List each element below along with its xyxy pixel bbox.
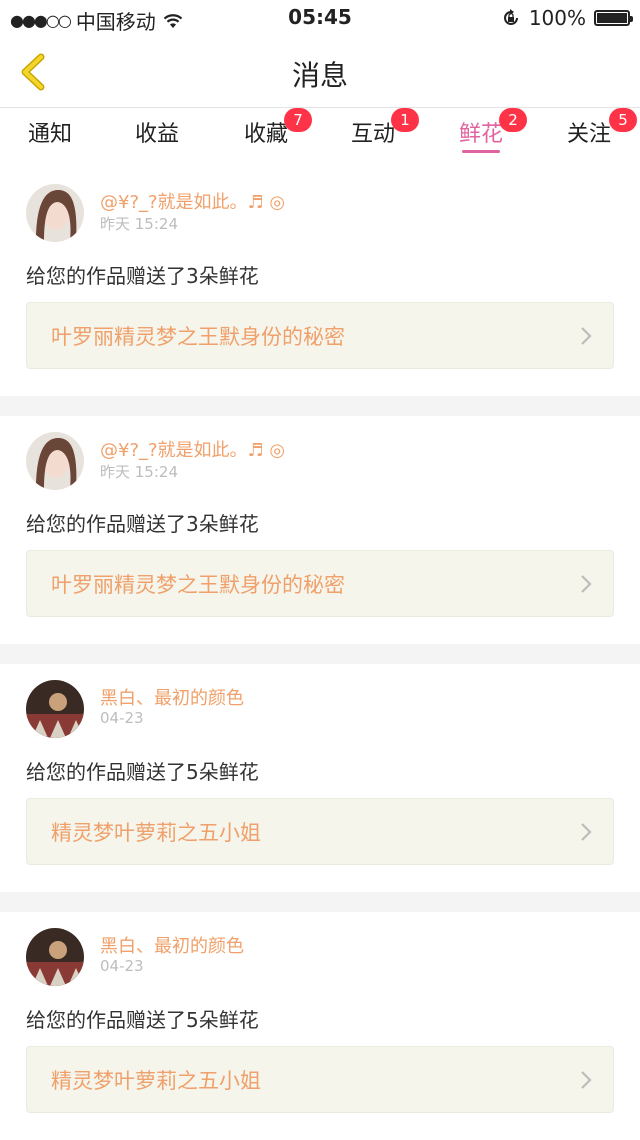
avatar[interactable] (26, 432, 84, 490)
active-tab-indicator (462, 150, 500, 153)
tab-label: 关注 (566, 122, 611, 147)
tab-flowers[interactable]: 鲜花 2 (441, 108, 527, 153)
tab-label: 收藏 (243, 122, 288, 147)
work-title: 叶罗丽精灵梦之王默身份的秘密 (51, 573, 345, 597)
nav-bar: 消息 (0, 36, 640, 108)
unread-badge: 5 (609, 108, 637, 132)
tab-label: 通知 (27, 122, 72, 147)
chevron-right-icon (581, 327, 592, 345)
tab-label: 收益 (134, 122, 179, 147)
unread-badge: 7 (284, 108, 312, 132)
chevron-right-icon (581, 575, 592, 593)
message-time: 昨天 15:24 (100, 463, 178, 481)
tab-label: 互动 (350, 122, 395, 147)
tab-follow[interactable]: 关注 5 (549, 108, 637, 148)
avatar[interactable] (26, 184, 84, 242)
message-text: 给您的作品赠送了5朵鲜花 (26, 760, 259, 784)
user-name[interactable]: @¥?_?就是如此。♬ ◎ (100, 436, 285, 462)
work-link[interactable]: 叶罗丽精灵梦之王默身份的秘密 (26, 550, 614, 617)
tab-notice[interactable]: 通知 (10, 116, 90, 148)
battery-percent: 100% (528, 6, 586, 30)
avatar[interactable] (26, 680, 84, 738)
status-bar: ●●●○○ 中国移动 05:45 100% (0, 0, 640, 36)
message-time: 04-23 (100, 709, 144, 727)
tab-bar: 通知 收益 收藏 7 互动 1 鲜花 2 关注 5 (0, 108, 640, 168)
chevron-right-icon (581, 1071, 592, 1089)
avatar[interactable] (26, 928, 84, 986)
user-name[interactable]: @¥?_?就是如此。♬ ◎ (100, 188, 285, 214)
message-text: 给您的作品赠送了5朵鲜花 (26, 1008, 259, 1032)
work-link[interactable]: 精灵梦叶萝莉之五小姐 (26, 798, 614, 865)
work-title: 精灵梦叶萝莉之五小姐 (51, 1069, 261, 1093)
page-title: 消息 (291, 59, 348, 92)
message-text: 给您的作品赠送了3朵鲜花 (26, 264, 259, 288)
rotation-lock-icon (503, 9, 518, 25)
status-right: 100% (501, 6, 633, 30)
message-time: 04-23 (100, 957, 144, 975)
message-time: 昨天 15:24 (100, 215, 178, 233)
work-link[interactable]: 精灵梦叶萝莉之五小姐 (26, 1046, 614, 1113)
user-name[interactable]: 黑白、最初的颜色 (100, 684, 244, 710)
message-card: 黑白、最初的颜色 04-23 给您的作品赠送了5朵鲜花 精灵梦叶萝莉之五小姐 (0, 912, 640, 1140)
unread-badge: 2 (499, 108, 527, 132)
work-title: 精灵梦叶萝莉之五小姐 (51, 821, 261, 845)
message-card: 黑白、最初的颜色 04-23 给您的作品赠送了5朵鲜花 精灵梦叶萝莉之五小姐 (0, 664, 640, 892)
message-card: @¥?_?就是如此。♬ ◎ 昨天 15:24 给您的作品赠送了3朵鲜花 叶罗丽精… (0, 168, 640, 396)
work-title: 叶罗丽精灵梦之王默身份的秘密 (51, 325, 345, 349)
tab-favorites[interactable]: 收藏 7 (226, 108, 312, 148)
battery-icon (594, 10, 633, 26)
message-card: @¥?_?就是如此。♬ ◎ 昨天 15:24 给您的作品赠送了3朵鲜花 叶罗丽精… (0, 416, 640, 644)
tab-earnings[interactable]: 收益 (117, 116, 197, 148)
work-link[interactable]: 叶罗丽精灵梦之王默身份的秘密 (26, 302, 614, 369)
chevron-right-icon (581, 823, 592, 841)
unread-badge: 1 (391, 108, 419, 132)
user-name[interactable]: 黑白、最初的颜色 (100, 932, 244, 958)
tab-label: 鲜花 (458, 122, 503, 147)
tab-interaction[interactable]: 互动 1 (333, 108, 419, 148)
message-text: 给您的作品赠送了3朵鲜花 (26, 512, 259, 536)
